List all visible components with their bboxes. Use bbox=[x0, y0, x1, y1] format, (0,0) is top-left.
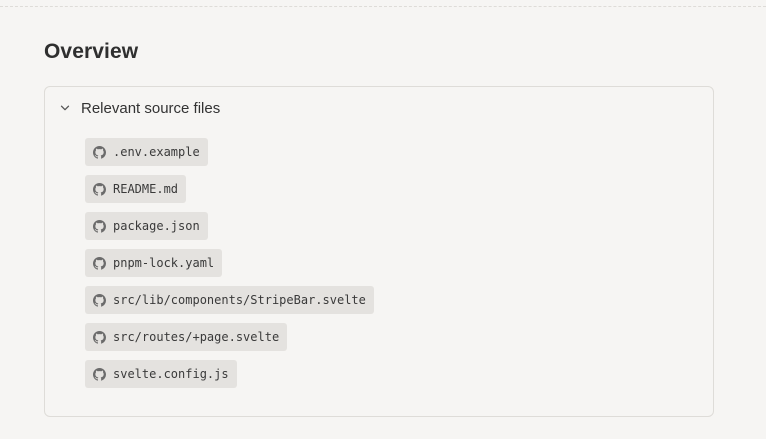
list-item: src/routes/+page.svelte bbox=[85, 323, 374, 351]
source-file-link[interactable]: README.md bbox=[85, 175, 187, 203]
github-icon bbox=[93, 256, 106, 270]
github-icon bbox=[93, 330, 106, 344]
file-name: pnpm-lock.yaml bbox=[113, 256, 215, 270]
list-item: package.json bbox=[85, 212, 374, 240]
list-item: pnpm-lock.yaml bbox=[85, 249, 374, 277]
source-file-link[interactable]: package.json bbox=[85, 212, 208, 240]
relevant-source-files-panel: Relevant source files .env.example READM… bbox=[44, 86, 714, 417]
list-item: svelte.config.js bbox=[85, 360, 374, 388]
file-name: src/lib/components/StripeBar.svelte bbox=[113, 293, 366, 307]
github-icon bbox=[93, 219, 106, 233]
top-divider bbox=[0, 6, 766, 7]
source-file-link[interactable]: .env.example bbox=[85, 138, 208, 166]
source-file-link[interactable]: pnpm-lock.yaml bbox=[85, 249, 223, 277]
file-name: package.json bbox=[113, 219, 200, 233]
file-name: src/routes/+page.svelte bbox=[113, 330, 280, 344]
list-item: .env.example bbox=[85, 138, 374, 166]
source-file-link[interactable]: src/routes/+page.svelte bbox=[85, 323, 288, 351]
github-icon bbox=[93, 367, 106, 381]
list-item: README.md bbox=[85, 175, 374, 203]
relevant-source-files-toggle[interactable]: Relevant source files bbox=[59, 97, 220, 119]
file-name: .env.example bbox=[113, 145, 200, 159]
github-icon bbox=[93, 182, 106, 196]
file-name: README.md bbox=[113, 182, 179, 196]
github-icon bbox=[93, 293, 106, 307]
source-file-link[interactable]: svelte.config.js bbox=[85, 360, 237, 388]
summary-label: Relevant source files bbox=[81, 99, 221, 117]
list-item: src/lib/components/StripeBar.svelte bbox=[85, 286, 374, 314]
page-title: Overview bbox=[44, 40, 139, 63]
github-icon bbox=[93, 145, 106, 159]
source-file-link[interactable]: src/lib/components/StripeBar.svelte bbox=[85, 286, 374, 314]
file-name: svelte.config.js bbox=[113, 367, 229, 381]
chevron-down-icon bbox=[59, 102, 71, 114]
source-file-list: .env.example README.md package.json pnpm… bbox=[85, 138, 374, 397]
